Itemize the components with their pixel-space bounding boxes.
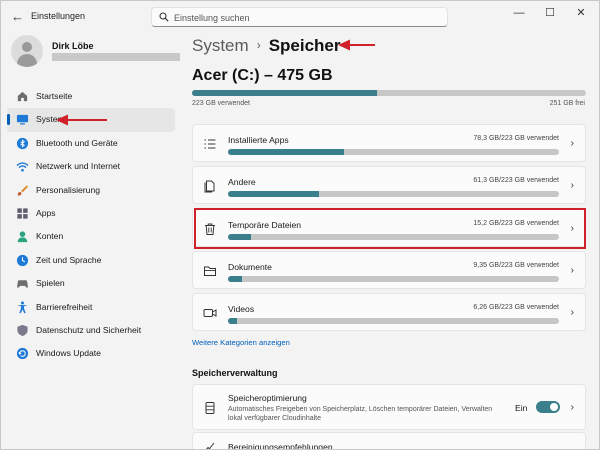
sidebar-nav: Startseite System Bluetooth und Geräte N… [7, 85, 175, 366]
settings-window: ← Einstellungen — ☐ ✕ Dirk Löbe Startsei… [0, 0, 600, 450]
category-installed-apps[interactable]: Installierte Apps 78,3 GB/223 GB verwend… [192, 124, 586, 162]
storage-sense-description: Automatisches Freigeben von Speicherplat… [228, 406, 493, 422]
list-icon [204, 139, 216, 149]
storage-sense-toggle[interactable] [536, 401, 560, 413]
sidebar-item-label: Datenschutz und Sicherheit [36, 324, 142, 335]
close-button[interactable]: ✕ [569, 5, 593, 21]
chevron-right-icon: › [570, 138, 574, 149]
category-value: 78,3 GB/223 GB verwendet [473, 135, 559, 142]
breadcrumb-separator: › [256, 38, 261, 52]
sidebar-item-personalization[interactable]: Personalisierung [7, 179, 175, 202]
apps-icon [17, 208, 28, 219]
cleanup-recommendations-row[interactable]: Bereinigungsempfehlungen [192, 432, 586, 450]
category-value: 6,26 GB/223 GB verwendet [473, 304, 559, 311]
category-usage-bar [228, 191, 559, 197]
storage-sense-title: Speicheroptimierung [228, 393, 307, 403]
video-icon [203, 309, 217, 317]
sidebar-item-label: Personalisierung [36, 184, 101, 195]
search-icon [159, 12, 169, 22]
sidebar-item-bluetooth[interactable]: Bluetooth und Geräte [7, 132, 175, 155]
title-bar: ← Einstellungen — ☐ ✕ [1, 1, 599, 33]
category-other[interactable]: Andere 61,3 GB/223 GB verwendet › [192, 166, 586, 204]
category-usage-bar [228, 149, 559, 155]
category-videos[interactable]: Videos 6,26 GB/223 GB verwendet › [192, 293, 586, 331]
sidebar-item-label: Zeit und Sprache [36, 254, 102, 265]
search-input[interactable] [174, 10, 434, 25]
category-label: Andere [228, 177, 256, 187]
broom-icon [206, 442, 215, 449]
sidebar-item-startseite[interactable]: Startseite [7, 85, 175, 108]
gamepad-icon [17, 280, 28, 288]
annotation-arrow [338, 39, 375, 51]
sidebar-item-gaming[interactable]: Spielen [7, 272, 175, 295]
sidebar-item-accessibility[interactable]: Barrierefreiheit [7, 296, 175, 319]
avatar [11, 35, 43, 67]
sidebar-item-apps[interactable]: Apps [7, 202, 175, 225]
sidebar-item-label: Startseite [36, 91, 73, 101]
shield-icon [17, 324, 28, 336]
sidebar-item-network[interactable]: Netzwerk und Internet [7, 155, 175, 178]
category-value: 9,35 GB/223 GB verwendet [473, 262, 559, 269]
wifi-icon [16, 162, 29, 172]
update-icon [16, 348, 29, 360]
globe-clock-icon [16, 254, 29, 266]
category-usage-bar [228, 276, 559, 282]
more-categories-link[interactable]: Weitere Kategorien anzeigen [192, 338, 290, 347]
brush-icon [17, 184, 29, 196]
storage-drive-icon [205, 402, 215, 414]
sidebar-item-label: Apps [36, 207, 56, 218]
sidebar-item-label: Barrierefreiheit [36, 301, 93, 312]
category-documents[interactable]: Dokumente 9,35 GB/223 GB verwendet › [192, 251, 586, 289]
section-title: Speicherverwaltung [192, 368, 278, 378]
accessibility-icon [17, 301, 28, 313]
bluetooth-icon [16, 137, 29, 149]
user-name: Dirk Löbe [52, 41, 94, 51]
drive-used-label: 223 GB verwendet [192, 100, 250, 107]
search-box[interactable] [151, 7, 448, 27]
page-title: Speicher [268, 36, 341, 55]
drive-title: Acer (C:) – 475 GB [192, 67, 333, 84]
chevron-right-icon: › [570, 265, 574, 276]
user-profile[interactable]: Dirk Löbe [11, 35, 181, 75]
chevron-right-icon: › [570, 402, 574, 413]
annotation-arrow [56, 114, 107, 126]
sidebar-item-label: Windows Update [36, 348, 101, 359]
category-label: Dokumente [228, 262, 272, 272]
cleanup-title: Bereinigungsempfehlungen [228, 442, 333, 450]
category-usage-bar [228, 318, 559, 324]
account-icon [17, 231, 28, 243]
storage-sense-row[interactable]: Speicheroptimierung Automatisches Freige… [192, 384, 586, 430]
category-label: Installierte Apps [228, 135, 289, 145]
chevron-right-icon: › [570, 180, 574, 191]
breadcrumb-parent[interactable]: System [192, 36, 249, 55]
back-button[interactable]: ← [11, 10, 24, 24]
highlight-box [194, 208, 586, 249]
sidebar-item-label: Konten [36, 231, 64, 242]
sidebar-item-label: Bluetooth und Geräte [36, 137, 118, 148]
sidebar-item-privacy[interactable]: Datenschutz und Sicherheit [7, 319, 175, 342]
category-value: 61,3 GB/223 GB verwendet [473, 177, 559, 184]
user-email-redacted [52, 53, 180, 61]
sidebar-item-label: Spielen [36, 278, 65, 289]
minimize-button[interactable]: — [507, 5, 531, 21]
sidebar-item-time-language[interactable]: Zeit und Sprache [7, 249, 175, 272]
sidebar-item-label: Netzwerk und Internet [36, 161, 121, 172]
drive-free-label: 251 GB frei [549, 100, 585, 107]
monitor-icon [16, 115, 29, 125]
chevron-right-icon: › [570, 307, 574, 318]
breadcrumb: System › Speicher [192, 36, 341, 56]
sidebar-item-windows-update[interactable]: Windows Update [7, 342, 175, 365]
drive-usage-bar [192, 90, 586, 96]
folder-icon [204, 266, 216, 276]
document-icon [204, 180, 215, 193]
home-icon [17, 91, 28, 102]
storage-sense-state: Ein [515, 403, 528, 413]
app-title: Einstellungen [31, 11, 86, 21]
category-label: Videos [228, 304, 255, 314]
maximize-button[interactable]: ☐ [538, 5, 562, 21]
sidebar-item-accounts[interactable]: Konten [7, 225, 175, 248]
